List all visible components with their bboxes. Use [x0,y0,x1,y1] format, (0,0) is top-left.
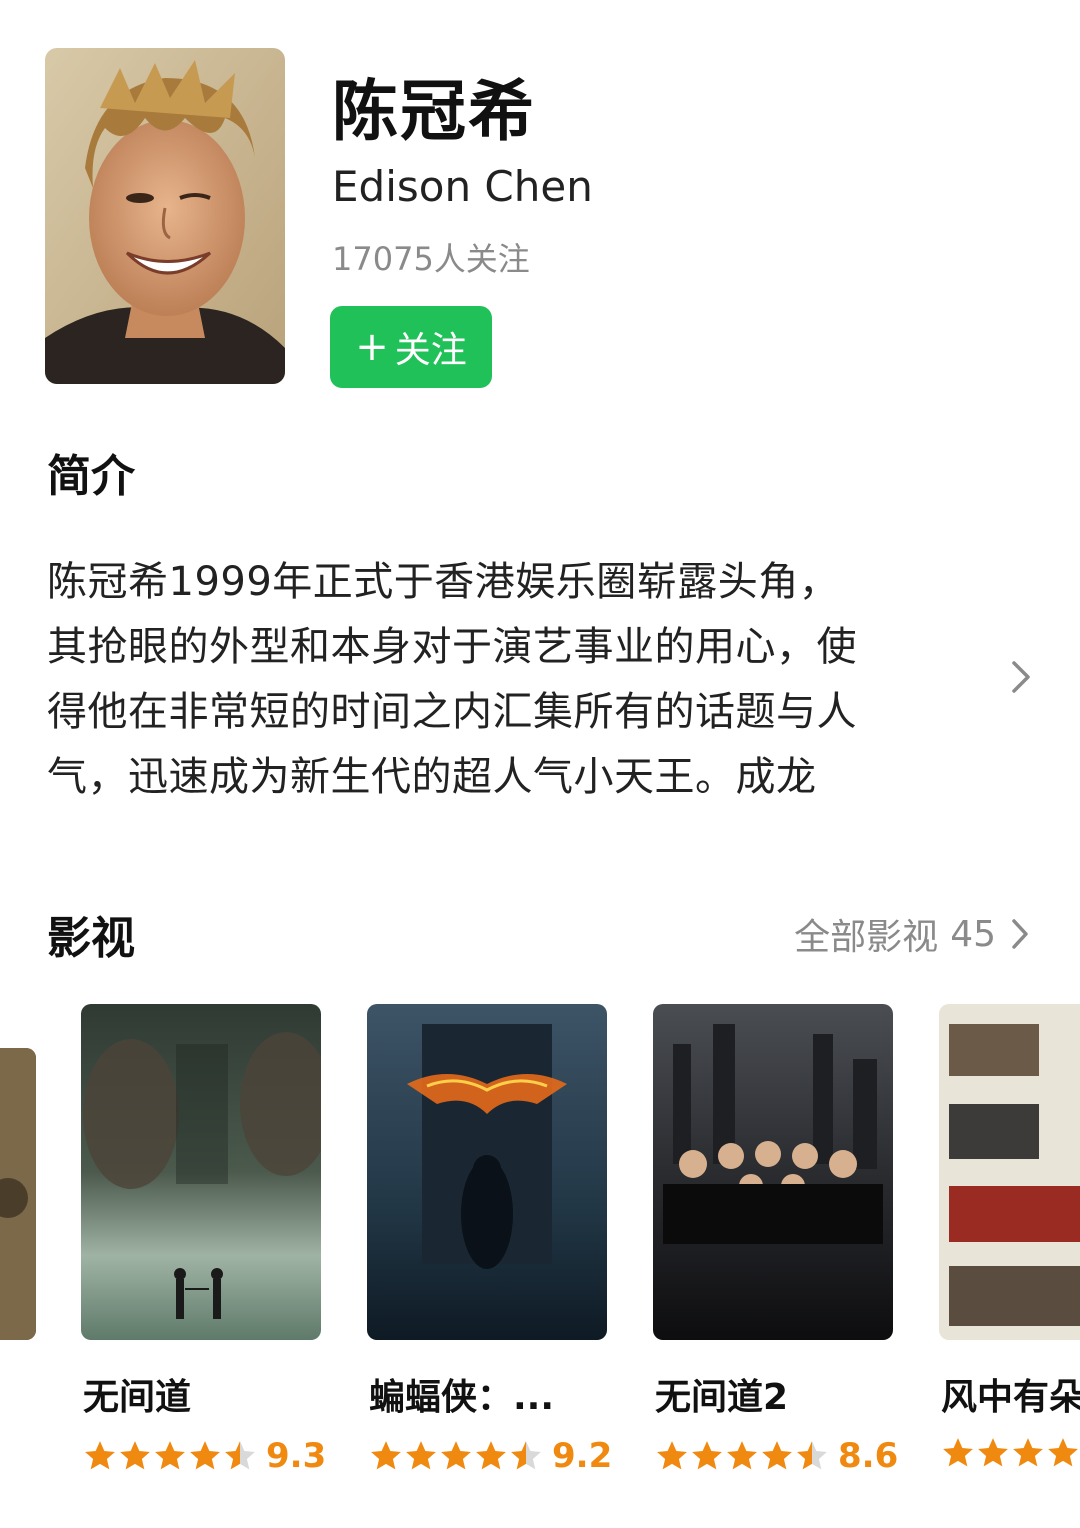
plus-icon: + [355,324,389,370]
star-icon [692,1441,722,1470]
star-icon [943,1438,973,1467]
intro-line: 气，迅速成为新生代的超人气小天王。成龙 [47,754,817,800]
intro-line: 其抢眼的外型和本身对于演艺事业的用心，使 [47,624,857,670]
film-poster-infernal-affairs[interactable] [81,1004,321,1340]
star-icon [225,1441,255,1470]
rating-score: 9.2 [552,1436,613,1476]
all-films-link[interactable]: 全部影视 45 [794,908,1030,960]
film-rating [941,1436,1080,1470]
star-icon [371,1441,401,1470]
star-icon [657,1441,687,1470]
celebrity-profile-page: 陈冠希 Edison Chen 17075人关注 + 关注 简介 陈冠希1999… [0,0,1080,1528]
poster-image [367,1004,607,1340]
rating-score: 9.3 [266,1436,327,1476]
star-icon [476,1441,506,1470]
star-icon [190,1441,220,1470]
film-rating: 9.2 [369,1436,612,1476]
intro-text[interactable]: 陈冠希1999年正式于香港娱乐圈崭露头角， 其抢眼的外型和本身对于演艺事业的用心… [47,550,947,810]
film-title[interactable]: 蝙蝠侠：... [369,1368,554,1420]
chevron-right-icon[interactable] [1006,660,1036,694]
film-poster-partial[interactable] [0,1048,36,1340]
star-icon [1048,1438,1078,1467]
star-icon [85,1441,115,1470]
poster-image [653,1004,893,1340]
film-poster-the-dark-knight[interactable] [367,1004,607,1340]
star-icon [406,1441,436,1470]
star-icon [511,1441,541,1470]
intro-section-title: 简介 [47,451,135,502]
avatar-image [45,48,285,384]
intro-line: 陈冠希1999年正式于香港娱乐圈崭露头角， [47,559,840,605]
star-icon [978,1438,1008,1467]
star-icon [797,1441,827,1470]
poster-image [939,1004,1080,1340]
celebrity-name: 陈冠希 [332,73,536,150]
film-rating: 8.6 [655,1436,898,1476]
all-films-label: 全部影视 [794,917,939,958]
film-poster-infernal-affairs-2[interactable] [653,1004,893,1340]
chevron-right-icon [1012,919,1028,949]
film-poster-4[interactable] [939,1004,1080,1340]
follow-button[interactable]: + 关注 [330,306,492,388]
film-rating: 9.3 [83,1436,326,1476]
star-icon [1013,1438,1043,1467]
star-icon [120,1441,150,1470]
rating-stars [369,1439,544,1473]
star-icon [727,1441,757,1470]
rating-stars [655,1439,830,1473]
all-films-count: 45 [950,913,996,955]
film-title[interactable]: 无间道2 [655,1368,788,1420]
intro-line: 得他在非常短的时间之内汇集所有的话题与人 [47,689,857,735]
film-title[interactable]: 无间道 [83,1368,191,1420]
star-icon [155,1441,185,1470]
rating-score: 8.6 [838,1436,899,1476]
rating-stars [83,1439,258,1473]
film-title[interactable]: 风中有朵 [941,1368,1080,1420]
celebrity-english-name: Edison Chen [332,162,593,211]
rating-stars [941,1436,1080,1470]
star-icon [441,1441,471,1470]
celebrity-avatar[interactable] [45,48,285,384]
films-section-title: 影视 [47,913,135,964]
star-icon [762,1441,792,1470]
poster-image [0,1048,36,1340]
follow-button-label: 关注 [394,330,467,371]
poster-image [81,1004,321,1340]
follower-count: 17075人关注 [332,240,530,278]
